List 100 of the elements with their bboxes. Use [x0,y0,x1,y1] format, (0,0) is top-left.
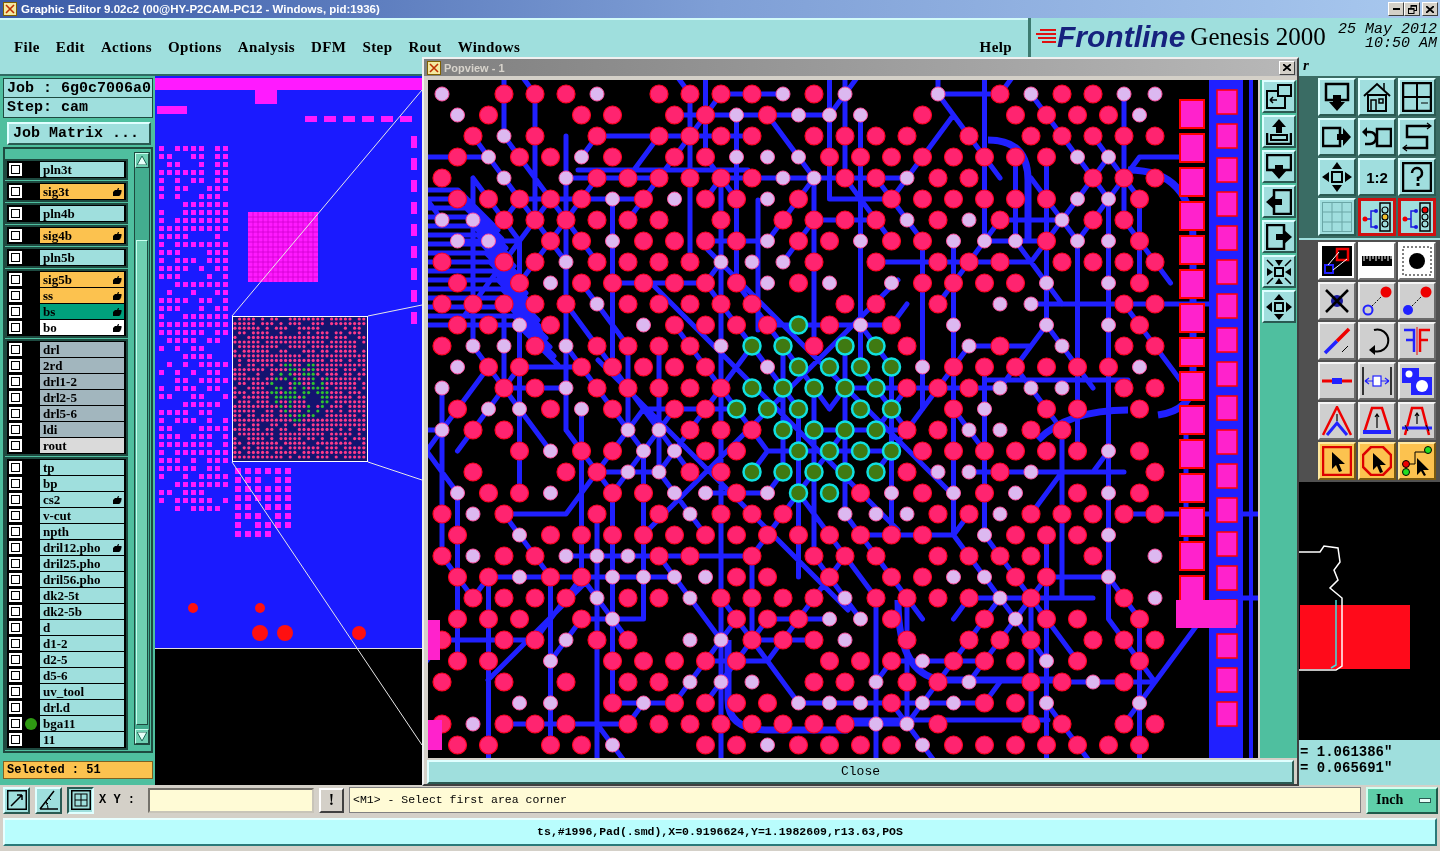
scrollbar[interactable] [134,152,150,745]
layer-name[interactable]: dk2-5b [40,604,124,619]
layer-checkbox[interactable] [9,305,22,318]
layer-checkbox[interactable] [9,573,22,586]
tool-button[interactable] [67,786,94,814]
layer-checkbox[interactable] [9,185,22,198]
layer-checkbox[interactable] [9,163,22,176]
menu-item[interactable]: Options [168,38,222,56]
layer-name[interactable]: dril56.pho [40,572,124,587]
close-button[interactable] [1422,2,1438,16]
layer-checkbox[interactable] [9,637,22,650]
layer-name[interactable]: sig3t [40,184,124,199]
layer-name[interactable]: d5-6 [40,668,124,683]
layer-name[interactable]: sig5b [40,272,124,287]
layer-checkbox[interactable] [9,605,22,618]
layer-checkbox[interactable] [9,733,22,746]
layer-checkbox[interactable] [9,477,22,490]
tray-up-icon [1266,118,1292,145]
job-matrix-button[interactable]: Job Matrix ... [7,122,151,145]
close-button[interactable]: Close [427,760,1294,784]
layer-name[interactable]: d1-2 [40,636,124,651]
alert-button[interactable]: ! [319,787,344,813]
layer-name[interactable]: drl5-6 [40,406,124,421]
layer-name[interactable]: ldi [40,422,124,437]
layer-checkbox[interactable] [9,321,22,334]
scroll-down-button[interactable] [135,729,149,744]
layer-name[interactable]: uv_tool [40,684,124,699]
layer-checkbox[interactable] [9,407,22,420]
layer-name[interactable]: 11 [40,732,124,747]
layer-checkbox[interactable] [9,525,22,538]
menu-item[interactable]: Windows [457,38,521,56]
layer-checkbox[interactable] [9,251,22,264]
layer-checkbox[interactable] [9,461,22,474]
layer-name[interactable]: d [40,620,124,635]
tool-button[interactable] [1398,198,1436,236]
menu-item[interactable]: Actions [100,38,153,56]
layer-name[interactable]: bo [40,320,124,335]
menu-item[interactable]: Rout [408,38,442,56]
xy-input[interactable] [148,787,314,813]
circuit-lights-icon [1362,202,1392,232]
layer-name[interactable]: bs [40,304,124,319]
menu-item[interactable]: Help [979,38,1012,56]
layer-name[interactable]: ss [40,288,124,303]
tool-button[interactable]: 1:2 [1358,158,1396,196]
menu-item[interactable]: File [14,38,40,56]
selected-count: Selected : 51 [3,761,153,779]
tool-button[interactable] [1358,198,1396,236]
layer-checkbox[interactable] [9,653,22,666]
layer-name[interactable]: tp [40,460,124,475]
layer-name[interactable]: bp [40,476,124,491]
layer-checkbox[interactable] [9,439,22,452]
layer-name[interactable]: npth [40,524,124,539]
job-name: Job : 6g0c7006a0 [4,79,152,98]
layer-checkbox[interactable] [9,717,22,730]
layer-name[interactable]: d2-5 [40,652,124,667]
layer-checkbox[interactable] [9,493,22,506]
layer-checkbox[interactable] [9,229,22,242]
layer-checkbox[interactable] [9,669,22,682]
layer-checkbox[interactable] [9,589,22,602]
layer-name[interactable]: bga11 [40,716,124,731]
layer-checkbox[interactable] [9,391,22,404]
menu-item[interactable]: Edit [55,38,85,56]
layer-checkbox[interactable] [9,343,22,356]
layer-name[interactable]: cs2 [40,492,124,507]
triangle-icon [1322,406,1352,436]
layer-name[interactable]: drl2-5 [40,390,124,405]
layer-checkbox[interactable] [9,375,22,388]
layer-checkbox[interactable] [9,273,22,286]
layer-checkbox[interactable] [9,423,22,436]
layer-name[interactable]: pln5b [40,250,124,265]
close-button[interactable] [1279,60,1295,75]
menu-item[interactable]: Analysis [237,38,296,56]
scroll-up-button[interactable] [135,153,149,168]
layer-checkbox[interactable] [9,621,22,634]
layer-name[interactable]: drl.d [40,700,124,715]
layer-name[interactable]: 2rd [40,358,124,373]
layer-checkbox[interactable] [9,207,22,220]
layer-checkbox[interactable] [9,557,22,570]
layer-name[interactable]: sig4b [40,228,124,243]
layer-name[interactable]: pln3t [40,162,124,177]
layer-name[interactable]: v-cut [40,508,124,523]
layer-name[interactable]: drl1-2 [40,374,124,389]
layer-name[interactable]: rout [40,438,124,453]
units-dropdown[interactable]: Inch [1366,786,1438,814]
menu-item[interactable]: DFM [311,38,347,56]
layer-checkbox[interactable] [9,685,22,698]
layer-name[interactable]: dril25.pho [40,556,124,571]
restore-button[interactable] [1404,2,1420,16]
minimize-button[interactable] [1388,2,1404,16]
layer-name[interactable]: dk2-5t [40,588,124,603]
layer-checkbox[interactable] [9,289,22,302]
layer-name[interactable]: dril12.pho [40,540,124,555]
layer-checkbox[interactable] [9,541,22,554]
layer-checkbox[interactable] [9,701,22,714]
menu-item[interactable]: Step [362,38,393,56]
layer-name[interactable]: drl [40,342,124,357]
layer-name[interactable]: pln4b [40,206,124,221]
layer-checkbox[interactable] [9,359,22,372]
scroll-thumb[interactable] [136,240,148,725]
layer-checkbox[interactable] [9,509,22,522]
